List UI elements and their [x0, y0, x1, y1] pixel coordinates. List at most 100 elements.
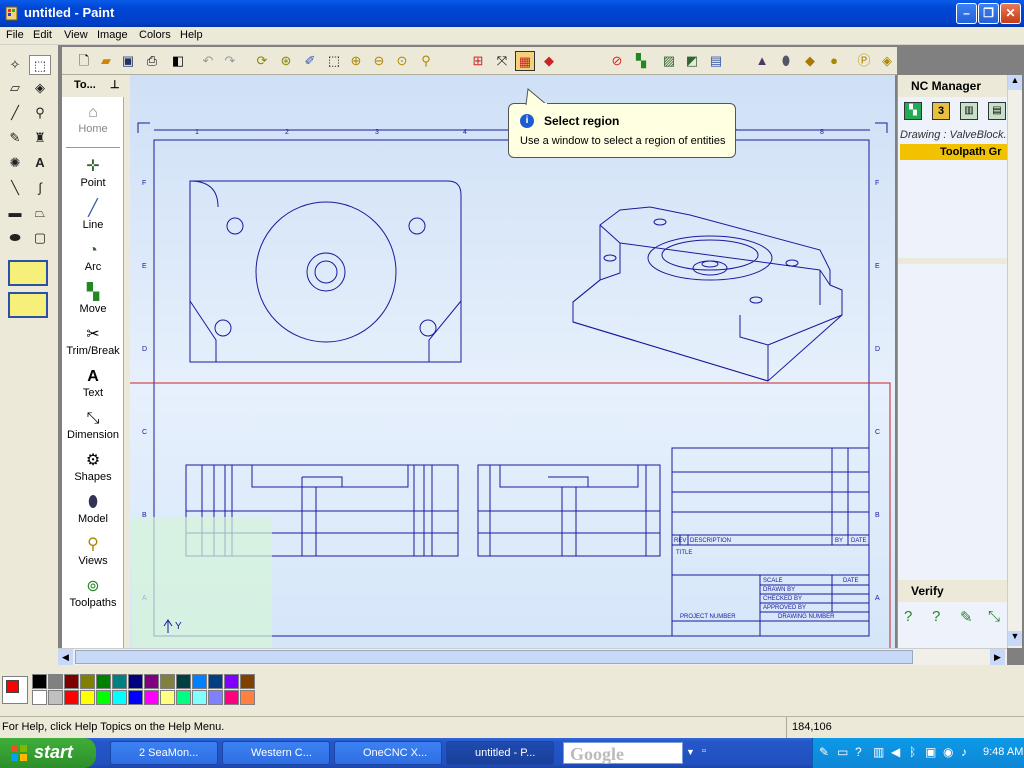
copy-layer-icon[interactable]: ▚ — [631, 51, 651, 71]
dimension-button[interactable]: ⤡ Dimension — [62, 409, 124, 441]
magnifier-icon[interactable]: ⚲ — [29, 103, 51, 123]
tray-help-icon[interactable]: ? — [855, 745, 862, 759]
open-folder-icon[interactable]: ▰ — [96, 51, 116, 71]
task-onecnc[interactable]: OneCNC X... — [334, 741, 442, 765]
palette-swatch[interactable] — [208, 674, 223, 689]
solid-cylinder-icon[interactable]: ⬮ — [776, 51, 796, 71]
palette-swatch[interactable] — [176, 690, 191, 705]
select-entities-icon[interactable]: ⊞ — [468, 51, 488, 71]
polygon-tool-icon[interactable]: ⏢ — [29, 203, 51, 223]
tray-volume-icon[interactable]: ♪ — [961, 745, 967, 759]
rect-select-icon[interactable]: ⬚ — [29, 55, 51, 75]
palette-swatch[interactable] — [96, 690, 111, 705]
pen-icon[interactable]: ✐ — [300, 51, 320, 71]
move-button[interactable]: ▚ Move — [62, 283, 124, 315]
line-style-icon[interactable]: ◩ — [682, 51, 702, 71]
palette-swatch[interactable] — [224, 690, 239, 705]
palette-swatch[interactable] — [32, 690, 47, 705]
tray-wireless-icon[interactable]: ◉ — [943, 745, 953, 759]
verify-path-icon[interactable]: ? — [932, 608, 940, 625]
new-file-icon[interactable]: 🗋 — [74, 51, 94, 71]
text-tool-icon[interactable]: A — [29, 153, 51, 173]
plane-icon[interactable]: Ⓟ — [854, 51, 874, 71]
curve-tool-icon[interactable]: ∫ — [29, 178, 51, 198]
palette-swatch[interactable] — [64, 674, 79, 689]
verify-edit-icon[interactable]: ✎ — [960, 608, 973, 626]
palette-swatch[interactable] — [112, 674, 127, 689]
tray-monitor-icon[interactable]: ▭ — [837, 745, 848, 759]
task-western[interactable]: Western C... — [222, 741, 330, 765]
foreground-color[interactable] — [6, 680, 19, 693]
trim-break-button[interactable]: ✂ Trim/Break — [62, 325, 124, 357]
google-search-box[interactable]: Google — [563, 742, 683, 764]
palette-swatch[interactable] — [128, 690, 143, 705]
rectangle-tool-icon[interactable]: ▬ — [4, 203, 26, 223]
palette-swatch[interactable] — [64, 690, 79, 705]
scroll-left-icon[interactable]: ◀ — [58, 649, 73, 665]
print-icon[interactable]: ⎙ — [142, 51, 162, 71]
eraser-icon[interactable]: ▱ — [4, 78, 26, 98]
tray-network-icon[interactable]: ▣ — [925, 745, 936, 759]
rounded-rect-tool-icon[interactable]: ▢ — [29, 228, 51, 248]
zoom-in-icon[interactable]: ⊕ — [346, 51, 366, 71]
palette-swatch[interactable] — [192, 674, 207, 689]
search-dropdown-icon[interactable]: ▼ — [686, 747, 695, 757]
shapes-button[interactable]: ⚙ Shapes — [62, 451, 124, 483]
task-seamonkey[interactable]: 2 SeaMon... — [110, 741, 218, 765]
menu-image[interactable]: Image — [94, 28, 131, 42]
vertical-scrollbar[interactable]: ▲ ▼ — [1007, 75, 1022, 648]
color-select-icon[interactable]: ▤ — [706, 51, 726, 71]
line-tool-icon[interactable]: ╲ — [4, 178, 26, 198]
hatch-icon[interactable]: ▨ — [659, 51, 679, 71]
menu-edit[interactable]: Edit — [30, 28, 55, 42]
scroll-right-icon[interactable]: ▶ — [990, 649, 1005, 665]
menu-colors[interactable]: Colors — [136, 28, 174, 42]
search-options-icon[interactable]: ▫ — [702, 745, 706, 757]
fill-bucket-icon[interactable]: ◈ — [29, 78, 51, 98]
redraw-icon[interactable]: ⟳ — [252, 51, 272, 71]
tray-pen-icon[interactable]: ✎ — [819, 745, 829, 759]
palette-swatch[interactable] — [80, 674, 95, 689]
palette-swatch[interactable] — [192, 690, 207, 705]
palette-swatch[interactable] — [96, 674, 111, 689]
close-button[interactable]: ✕ — [1000, 3, 1021, 24]
restore-button[interactable]: ❐ — [978, 3, 999, 24]
zoom-out-icon[interactable]: ⊖ — [369, 51, 389, 71]
color-picker-icon[interactable]: ╱ — [4, 103, 26, 123]
transparent-mode-icon[interactable] — [8, 260, 48, 286]
palette-swatch[interactable] — [240, 690, 255, 705]
stop-icon[interactable]: ⊘ — [607, 51, 627, 71]
scroll-up-icon[interactable]: ▲ — [1008, 75, 1022, 90]
palette-swatch[interactable] — [208, 690, 223, 705]
palette-swatch[interactable] — [80, 690, 95, 705]
nc-3d-icon[interactable]: 3 — [932, 102, 950, 120]
palette-swatch[interactable] — [160, 674, 175, 689]
tray-back-icon[interactable]: ◀ — [891, 745, 900, 759]
solid-sphere-icon[interactable]: ● — [824, 51, 844, 71]
point-button[interactable]: ✛ Point — [62, 157, 124, 189]
menu-help[interactable]: Help — [177, 28, 206, 42]
horizontal-scrollbar[interactable]: ◀ ▶ — [58, 648, 1007, 665]
text-button[interactable]: A Text — [62, 367, 124, 399]
airbrush-icon[interactable]: ✺ — [4, 153, 26, 173]
palette-swatch[interactable] — [32, 674, 47, 689]
palette-swatch[interactable] — [144, 690, 159, 705]
arc-button[interactable]: ◔ Arc — [62, 241, 124, 273]
layers-icon[interactable]: ◆ — [539, 51, 559, 71]
redo-icon[interactable]: ↷ — [220, 51, 240, 71]
nc-tree-icon[interactable]: ▤ — [988, 102, 1006, 120]
free-select-icon[interactable]: ✧ — [4, 55, 26, 75]
palette-swatch[interactable] — [48, 690, 63, 705]
palette-swatch[interactable] — [240, 674, 255, 689]
scroll-down-icon[interactable]: ▼ — [1008, 631, 1022, 646]
select-region-icon[interactable]: ▦ — [515, 51, 535, 71]
zoom-previous-icon[interactable]: ⊙ — [392, 51, 412, 71]
select-chain-icon[interactable]: ⤧ — [492, 51, 512, 71]
brush-icon[interactable]: ♜ — [29, 128, 51, 148]
clock[interactable]: 9:48 AM — [983, 746, 1023, 758]
opaque-mode-icon[interactable] — [8, 292, 48, 318]
palette-swatch[interactable] — [128, 674, 143, 689]
zoom-window-icon[interactable]: ⬚ — [324, 51, 344, 71]
zoom-extents-icon[interactable]: ⊛ — [276, 51, 296, 71]
menu-view[interactable]: View — [61, 28, 91, 42]
